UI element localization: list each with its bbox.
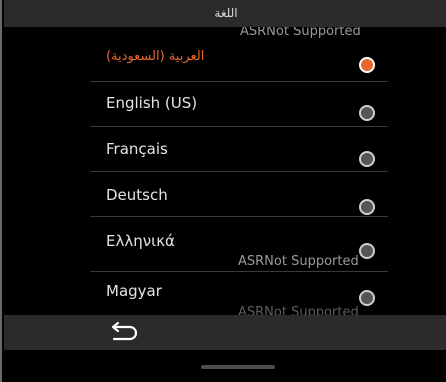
language-label: Français xyxy=(106,140,168,158)
language-label: English (US) xyxy=(106,94,198,112)
bottom-toolbar xyxy=(4,315,446,350)
back-arrow-icon[interactable] xyxy=(108,321,142,345)
radio-unselected-icon[interactable] xyxy=(359,243,375,259)
list-item-arabic[interactable]: العربية (السعودية) xyxy=(4,37,446,82)
language-list[interactable]: ASRNot Supported العربية (السعودية) Engl… xyxy=(4,27,446,315)
list-item-hungarian[interactable]: Magyar ASRNot Supported xyxy=(4,272,446,315)
language-label: Magyar xyxy=(106,282,162,300)
asr-note: ASRNot Supported xyxy=(238,254,359,269)
list-item-english[interactable]: English (US) xyxy=(4,82,446,127)
list-item-greek[interactable]: Ελληνικά ASRNot Supported xyxy=(4,217,446,272)
language-label: Ελληνικά xyxy=(106,232,175,250)
home-indicator[interactable] xyxy=(201,365,275,369)
radio-unselected-icon[interactable] xyxy=(359,290,375,306)
radio-unselected-icon[interactable] xyxy=(359,151,375,167)
radio-selected-icon[interactable] xyxy=(359,57,375,73)
language-label: Deutsch xyxy=(106,186,168,204)
language-settings-screen: اللغة ASRNot Supported العربية (السعودية… xyxy=(0,0,446,382)
system-nav-bar xyxy=(4,350,446,382)
radio-unselected-icon[interactable] xyxy=(359,105,375,121)
radio-unselected-icon[interactable] xyxy=(359,199,375,215)
list-item-german[interactable]: Deutsch xyxy=(4,172,446,217)
list-item-french[interactable]: Français xyxy=(4,127,446,172)
language-label: العربية (السعودية) xyxy=(106,49,205,64)
asr-note: ASRNot Supported xyxy=(238,305,359,315)
page-title: اللغة xyxy=(4,0,446,27)
